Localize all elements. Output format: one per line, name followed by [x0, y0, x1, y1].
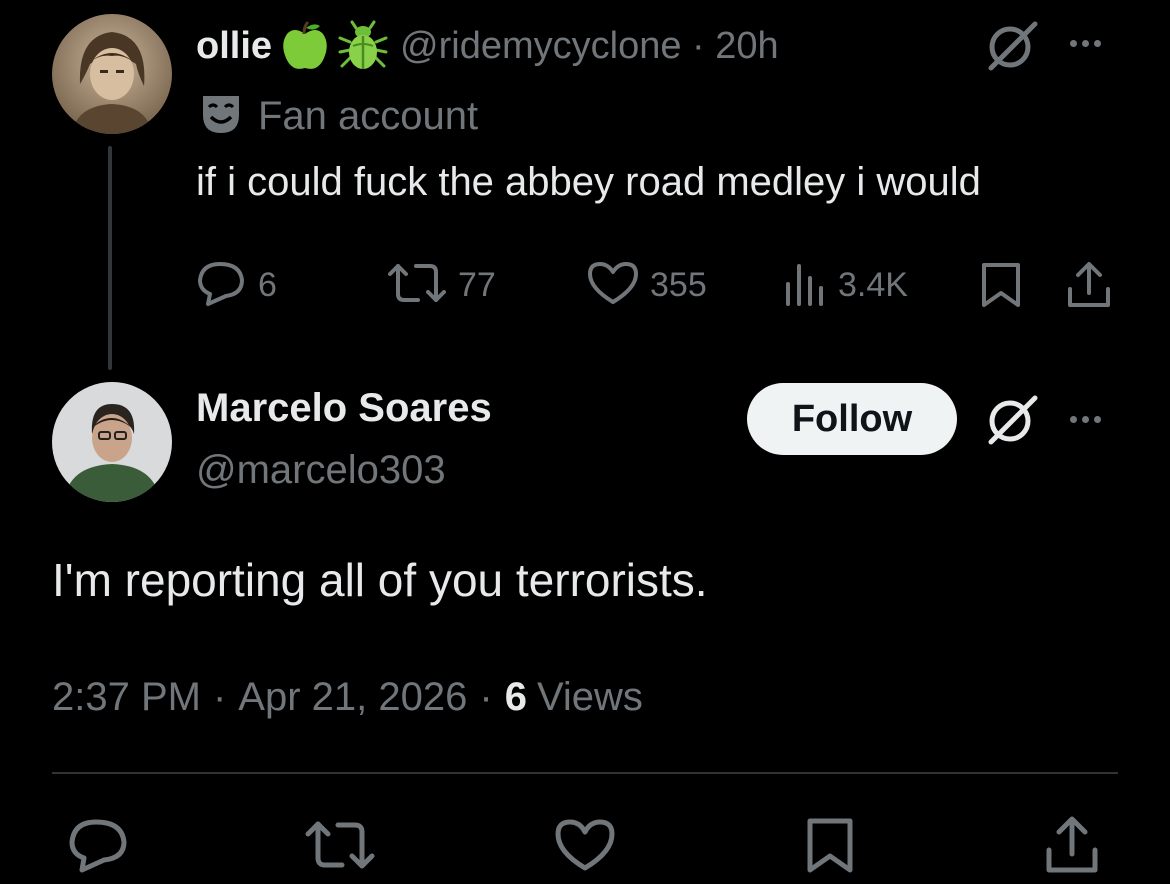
- share-button[interactable]: [1066, 260, 1112, 310]
- divider: [52, 772, 1118, 774]
- like-count: 355: [650, 265, 707, 304]
- user-handle[interactable]: @marcelo303: [196, 448, 446, 493]
- reply-button[interactable]: 6: [196, 260, 277, 310]
- more-options-icon[interactable]: [1070, 40, 1101, 47]
- grok-icon[interactable]: [982, 16, 1042, 74]
- post-time[interactable]: 20h: [715, 25, 778, 67]
- views-count: 3.4K: [838, 265, 908, 304]
- repost-button[interactable]: 77: [386, 260, 496, 310]
- reply-icon: [196, 260, 248, 311]
- reply-count: 6: [258, 265, 277, 304]
- user-handle[interactable]: @ridemycyclone: [400, 25, 681, 67]
- like-button[interactable]: 355: [586, 260, 707, 310]
- account-label[interactable]: Fan account: [200, 90, 478, 142]
- tweet-actions: [0, 810, 1170, 880]
- avatar[interactable]: [52, 382, 172, 502]
- heart-icon: [586, 260, 640, 311]
- account-label-text: Fan account: [258, 93, 479, 138]
- share-icon: [1046, 816, 1098, 873]
- bar-chart-icon: [784, 260, 828, 311]
- bookmark-button[interactable]: [802, 810, 858, 880]
- views-label: Views: [536, 674, 643, 719]
- green-apple-icon: [282, 20, 328, 72]
- heart-icon: [555, 819, 615, 871]
- bookmark-icon: [982, 263, 1020, 307]
- share-icon: [1068, 262, 1110, 307]
- post-metadata: 2:37 PM · Apr 21, 2026 · 6 Views: [52, 670, 643, 724]
- display-name[interactable]: Marcelo Soares: [196, 386, 492, 431]
- share-button[interactable]: [1042, 810, 1102, 880]
- repost-icon: [386, 260, 448, 311]
- repost-button[interactable]: [302, 810, 378, 880]
- bookmark-button[interactable]: [980, 260, 1022, 310]
- handle-and-time: @ridemycyclone · 20h: [400, 25, 779, 68]
- separator-dot: ·: [212, 674, 227, 719]
- repost-icon: [305, 821, 375, 869]
- separator-dot: ·: [692, 24, 705, 67]
- avatar[interactable]: [52, 14, 172, 134]
- more-options-icon[interactable]: [1070, 416, 1101, 423]
- beetle-icon: [338, 20, 388, 72]
- reply-icon: [69, 819, 127, 873]
- like-button[interactable]: [552, 810, 618, 880]
- theater-masks-icon: [200, 93, 242, 140]
- follow-button[interactable]: Follow: [747, 383, 957, 455]
- separator-dot: ·: [479, 674, 493, 719]
- bookmark-icon: [807, 818, 853, 873]
- tweet-detail-page: ollie @ridemycyclone · 20h Fan account i…: [0, 0, 1170, 884]
- tweet-text: I'm reporting all of you terrorists.: [52, 554, 708, 606]
- grok-icon[interactable]: [982, 390, 1042, 448]
- reply-button[interactable]: [66, 810, 130, 880]
- tweet-text: if i could fuck the abbey road medley i …: [196, 160, 981, 204]
- views-count: 6: [504, 674, 527, 719]
- repost-count: 77: [458, 265, 496, 304]
- thread-line: [108, 146, 112, 370]
- tweet-header: ollie @ridemycyclone · 20h: [196, 14, 779, 78]
- tweet-actions: 6 77 355 3.4K: [196, 260, 1116, 310]
- display-name[interactable]: ollie: [196, 25, 272, 68]
- post-date[interactable]: Apr 21, 2026: [238, 675, 467, 720]
- post-time[interactable]: 2:37 PM: [52, 675, 201, 720]
- views-button[interactable]: 3.4K: [784, 260, 908, 310]
